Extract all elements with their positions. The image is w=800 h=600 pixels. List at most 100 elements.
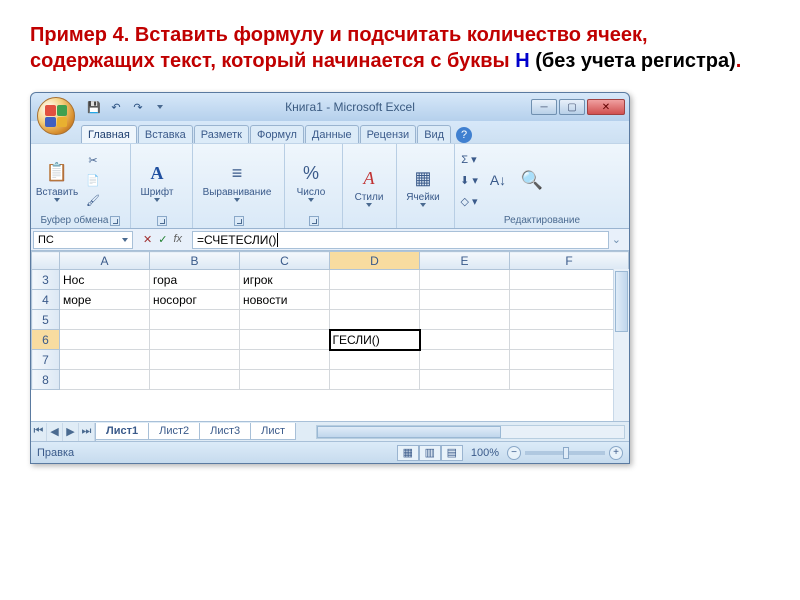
autosum-icon[interactable]: Σ ▾ — [459, 150, 479, 168]
spreadsheet-grid[interactable]: A B C D E F 3 Нос гора игрок 4 море носо… — [31, 251, 629, 421]
qat-dropdown-icon[interactable] — [151, 98, 169, 116]
cell-B3[interactable]: гора — [150, 270, 240, 290]
cell-D4[interactable] — [330, 290, 420, 310]
row-3[interactable]: 3 — [32, 270, 60, 290]
fx-icon[interactable]: fx — [173, 233, 182, 246]
group-editing-label: Редактирование — [504, 215, 580, 226]
view-pagebreak-icon[interactable]: ▤ — [441, 445, 463, 461]
col-B[interactable]: B — [150, 252, 240, 270]
tab-layout[interactable]: Разметк — [194, 125, 249, 143]
expand-formula-bar-icon[interactable]: ⌄ — [612, 233, 621, 246]
cell-C3[interactable]: игрок — [240, 270, 330, 290]
formula-bar-row: ПС ✕ ✓ fx =СЧЕТЕСЛИ() ⌄ — [31, 229, 629, 251]
view-normal-icon[interactable]: ▦ — [397, 445, 419, 461]
sheet-nav-next[interactable]: ▶ — [63, 423, 79, 441]
col-A[interactable]: A — [60, 252, 150, 270]
office-button[interactable] — [37, 97, 75, 135]
cell-A4[interactable]: море — [60, 290, 150, 310]
ribbon-tabs: Главная Вставка Разметк Формул Данные Ре… — [31, 121, 629, 143]
status-mode: Правка — [37, 447, 74, 459]
sort-icon: A↓ — [484, 166, 512, 194]
zoom-in-button[interactable]: + — [609, 446, 623, 460]
tab-formulas[interactable]: Формул — [250, 125, 304, 143]
cancel-formula-icon[interactable]: ✕ — [143, 233, 152, 246]
zoom-slider[interactable] — [525, 451, 605, 455]
vertical-scrollbar[interactable] — [613, 269, 629, 421]
col-D[interactable]: D — [330, 252, 420, 270]
copy-icon[interactable]: 📄 — [83, 171, 103, 189]
font-launcher[interactable] — [157, 216, 167, 226]
number-button[interactable]: %Число — [289, 150, 333, 212]
tab-review[interactable]: Рецензи — [360, 125, 417, 143]
cell-A3[interactable]: Нос — [60, 270, 150, 290]
cell-D3[interactable] — [330, 270, 420, 290]
align-launcher[interactable] — [234, 216, 244, 226]
sheet-nav-last[interactable]: ⏭ — [79, 423, 95, 441]
sort-filter-button[interactable]: A↓ — [483, 149, 513, 211]
zoom-out-button[interactable]: − — [507, 446, 521, 460]
accept-formula-icon[interactable]: ✓ — [158, 233, 167, 246]
redo-icon[interactable]: ↷ — [129, 98, 147, 116]
col-E[interactable]: E — [420, 252, 510, 270]
view-layout-icon[interactable]: ▥ — [419, 445, 441, 461]
align-button[interactable]: ≡Выравнивание — [197, 150, 277, 212]
row-6[interactable]: 6 — [32, 330, 60, 350]
format-painter-icon[interactable]: 🖌 — [83, 191, 103, 209]
sheet-nav-prev[interactable]: ◀ — [47, 423, 63, 441]
sheet-tabs-row: ⏮ ◀ ▶ ⏭ Лист1 Лист2 Лист3 Лист — [31, 421, 629, 441]
find-button[interactable]: 🔍 — [517, 149, 547, 211]
save-icon[interactable]: 💾 — [85, 98, 103, 116]
row-4[interactable]: 4 — [32, 290, 60, 310]
styles-icon: A — [355, 164, 383, 192]
zoom-level: 100% — [471, 447, 499, 459]
horizontal-scrollbar[interactable] — [316, 425, 625, 439]
sheet-tab-4[interactable]: Лист — [250, 423, 296, 440]
formula-bar[interactable]: =СЧЕТЕСЛИ() — [192, 231, 609, 249]
sheet-tab-1[interactable]: Лист1 — [95, 423, 149, 440]
titlebar: 💾 ↶ ↷ Книга1 - Microsoft Excel ─ ▢ ✕ — [31, 93, 629, 121]
cell-D6-editing[interactable]: ГЕСЛИ() — [330, 330, 420, 350]
clipboard-icon: 📋 — [43, 159, 71, 187]
cell-E4[interactable] — [420, 290, 510, 310]
sheet-nav-first[interactable]: ⏮ — [31, 423, 47, 441]
select-all-corner[interactable] — [32, 252, 60, 270]
tab-view[interactable]: Вид — [417, 125, 451, 143]
clear-icon[interactable]: ◇ ▾ — [459, 192, 479, 210]
col-F[interactable]: F — [510, 252, 629, 270]
row-8[interactable]: 8 — [32, 370, 60, 390]
tab-home[interactable]: Главная — [81, 125, 137, 143]
cut-icon[interactable]: ✂ — [83, 151, 103, 169]
window-title: Книга1 - Microsoft Excel — [169, 100, 531, 114]
tab-data[interactable]: Данные — [305, 125, 359, 143]
help-icon[interactable]: ? — [456, 127, 472, 143]
fill-icon[interactable]: ⬇ ▾ — [459, 171, 479, 189]
cell-F4[interactable] — [510, 290, 629, 310]
undo-icon[interactable]: ↶ — [107, 98, 125, 116]
number-launcher[interactable] — [309, 216, 319, 226]
cells-button[interactable]: ▦Ячейки — [401, 155, 445, 217]
paste-button[interactable]: 📋 Вставить — [35, 149, 79, 211]
name-box[interactable]: ПС — [33, 231, 133, 249]
maximize-button[interactable]: ▢ — [559, 99, 585, 115]
slide-heading: Пример 4. Вставить формулу и подсчитать … — [30, 22, 770, 74]
sheet-tab-3[interactable]: Лист3 — [199, 423, 251, 440]
sheet-tab-2[interactable]: Лист2 — [148, 423, 200, 440]
cell-C4[interactable]: новости — [240, 290, 330, 310]
row-5[interactable]: 5 — [32, 310, 60, 330]
cell-B4[interactable]: носорог — [150, 290, 240, 310]
group-clipboard-label: Буфер обмена — [41, 215, 109, 226]
find-icon: 🔍 — [518, 166, 546, 194]
percent-icon: % — [297, 159, 325, 187]
styles-button[interactable]: AСтили — [347, 155, 391, 217]
status-bar: Правка ▦ ▥ ▤ 100% − + — [31, 441, 629, 463]
col-C[interactable]: C — [240, 252, 330, 270]
row-7[interactable]: 7 — [32, 350, 60, 370]
cell-F3[interactable] — [510, 270, 629, 290]
tab-insert[interactable]: Вставка — [138, 125, 193, 143]
font-button[interactable]: AШрифт — [135, 150, 179, 212]
cell-E3[interactable] — [420, 270, 510, 290]
font-icon: A — [143, 159, 171, 187]
minimize-button[interactable]: ─ — [531, 99, 557, 115]
clipboard-launcher[interactable] — [110, 216, 120, 226]
close-button[interactable]: ✕ — [587, 99, 625, 115]
